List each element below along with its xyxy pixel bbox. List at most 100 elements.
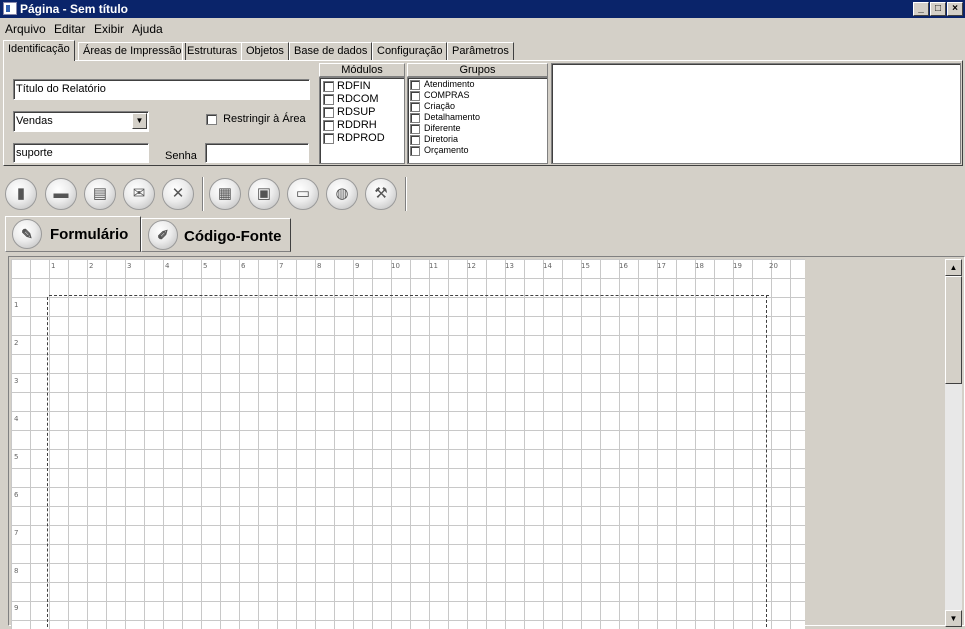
restrict-area-checkbox[interactable]: Restringir à Área	[206, 113, 306, 125]
checkbox[interactable]	[323, 106, 334, 118]
close-button[interactable]: ×	[947, 2, 963, 16]
print-icon[interactable]: ▣	[248, 178, 280, 210]
ruler-mark: 1	[51, 262, 56, 270]
ruler-mark: 4	[165, 262, 170, 270]
checkbox[interactable]	[410, 101, 420, 112]
password-input[interactable]	[205, 143, 309, 163]
group-label: Criação	[424, 101, 456, 111]
menu-bar: Arquivo Editar Exibir Ajuda	[0, 18, 965, 38]
scroll-thumb[interactable]	[945, 276, 962, 384]
modulos-group: Módulos RDFIN RDCOM RDSUP RDDRH RDPROD	[319, 63, 405, 164]
tab-identificacao[interactable]: Identificação	[3, 40, 75, 61]
vertical-scrollbar[interactable]: ▲ ▼	[945, 259, 962, 627]
module-label: RDSUP	[337, 106, 376, 118]
margin-line-right	[766, 295, 767, 627]
grupos-list: Atendimento COMPRAS Criação Detalhamento…	[407, 77, 548, 164]
ruler-mark: 15	[581, 262, 590, 270]
email-icon[interactable]: ✉	[123, 178, 155, 210]
title-bar: Página - Sem título _ □ ×	[0, 0, 965, 18]
ruler-mark: 4	[14, 415, 19, 423]
maximize-button[interactable]: □	[930, 2, 946, 16]
new-document-icon[interactable]: ▮	[5, 178, 37, 210]
list-item[interactable]: Atendimento	[410, 79, 475, 90]
user-input[interactable]: suporte	[13, 143, 149, 163]
area-select[interactable]: Vendas ▼	[13, 111, 149, 132]
checkbox[interactable]	[410, 90, 420, 101]
ruler-mark: 13	[505, 262, 514, 270]
ruler-mark: 8	[14, 567, 19, 575]
ruler-mark: 17	[657, 262, 666, 270]
checkbox[interactable]	[410, 79, 420, 90]
checkbox[interactable]	[323, 80, 334, 92]
module-label: RDPROD	[337, 132, 385, 144]
list-item[interactable]: RDPROD	[323, 132, 385, 144]
checkbox[interactable]	[410, 123, 420, 134]
scroll-down-icon[interactable]: ▼	[945, 610, 962, 627]
open-folder-icon[interactable]: ▬	[45, 178, 77, 210]
area-select-value: Vendas	[16, 115, 53, 127]
build-icon[interactable]: ⚒	[365, 178, 397, 210]
web-icon[interactable]: ◍	[326, 178, 358, 210]
list-item[interactable]: COMPRAS	[410, 90, 470, 101]
tab-parametros[interactable]: Parâmetros	[447, 42, 514, 60]
ruler-mark: 7	[14, 529, 19, 537]
chevron-down-icon[interactable]: ▼	[132, 113, 147, 129]
report-title-input[interactable]: Título do Relatório	[13, 79, 310, 100]
minimize-button[interactable]: _	[913, 2, 929, 16]
list-item[interactable]: RDSUP	[323, 106, 376, 118]
delete-icon[interactable]: ✕	[162, 178, 194, 210]
modulos-header: Módulos	[319, 63, 405, 77]
list-item[interactable]: Criação	[410, 101, 455, 112]
checkbox[interactable]	[410, 145, 420, 156]
list-item[interactable]: Diretoria	[410, 134, 458, 145]
menu-ajuda[interactable]: Ajuda	[132, 22, 163, 36]
checkbox[interactable]	[410, 134, 420, 145]
ruler-mark: 1	[14, 301, 19, 309]
tab-codigo-fonte-label: Código-Fonte	[184, 228, 282, 245]
menu-editar[interactable]: Editar	[54, 22, 85, 36]
menu-arquivo[interactable]: Arquivo	[5, 22, 46, 36]
checkbox[interactable]	[323, 119, 334, 131]
margin-line-top	[49, 295, 769, 296]
menu-exibir[interactable]: Exibir	[94, 22, 124, 36]
scroll-up-icon[interactable]: ▲	[945, 259, 962, 276]
list-item[interactable]: Diferente	[410, 123, 461, 134]
module-label: RDCOM	[337, 93, 379, 105]
ruler-mark: 19	[733, 262, 742, 270]
module-label: RDDRH	[337, 119, 377, 131]
group-label: COMPRAS	[424, 90, 470, 100]
save-icon[interactable]: ▤	[84, 178, 116, 210]
ruler-mark: 2	[89, 262, 94, 270]
list-item[interactable]: Orçamento	[410, 145, 469, 156]
tab-formulario[interactable]: ✎ Formulário	[5, 216, 141, 252]
design-canvas[interactable]: 1 2 3 4 5 6 7 8 9 10 11 12 13 14 15 16 1…	[8, 256, 965, 629]
grid-paper[interactable]: 1 2 3 4 5 6 7 8 9 10 11 12 13 14 15 16 1…	[11, 259, 805, 629]
ruler-mark: 5	[203, 262, 208, 270]
ruler-mark: 3	[14, 377, 19, 385]
checkbox[interactable]	[410, 112, 420, 123]
ruler-mark: 16	[619, 262, 628, 270]
ruler-mark: 3	[127, 262, 132, 270]
toolbar-separator	[405, 177, 407, 211]
list-item[interactable]: RDFIN	[323, 80, 371, 92]
checkbox[interactable]	[323, 93, 334, 105]
tab-areas-impressao[interactable]: Áreas de Impressão	[78, 42, 187, 60]
tab-formulario-label: Formulário	[50, 226, 129, 243]
tab-configuracao[interactable]: Configuração	[372, 42, 448, 60]
screen-icon[interactable]: ▭	[287, 178, 319, 210]
group-label: Diferente	[424, 123, 461, 133]
list-item[interactable]: RDCOM	[323, 93, 379, 105]
checkbox[interactable]	[323, 132, 334, 144]
password-label: Senha	[165, 150, 197, 162]
print-preview-icon[interactable]: ▦	[209, 178, 241, 210]
ruler-mark: 20	[769, 262, 778, 270]
tab-base-de-dados[interactable]: Base de dados	[289, 42, 373, 60]
tab-estruturas[interactable]: Estruturas	[182, 42, 243, 60]
list-item[interactable]: Detalhamento	[410, 112, 480, 123]
tab-objetos[interactable]: Objetos	[241, 42, 289, 60]
restrict-area-box[interactable]	[206, 113, 217, 125]
tab-codigo-fonte[interactable]: ✐ Código-Fonte	[141, 218, 291, 252]
description-box[interactable]	[551, 63, 961, 164]
restrict-area-label: Restringir à Área	[223, 113, 306, 125]
list-item[interactable]: RDDRH	[323, 119, 377, 131]
